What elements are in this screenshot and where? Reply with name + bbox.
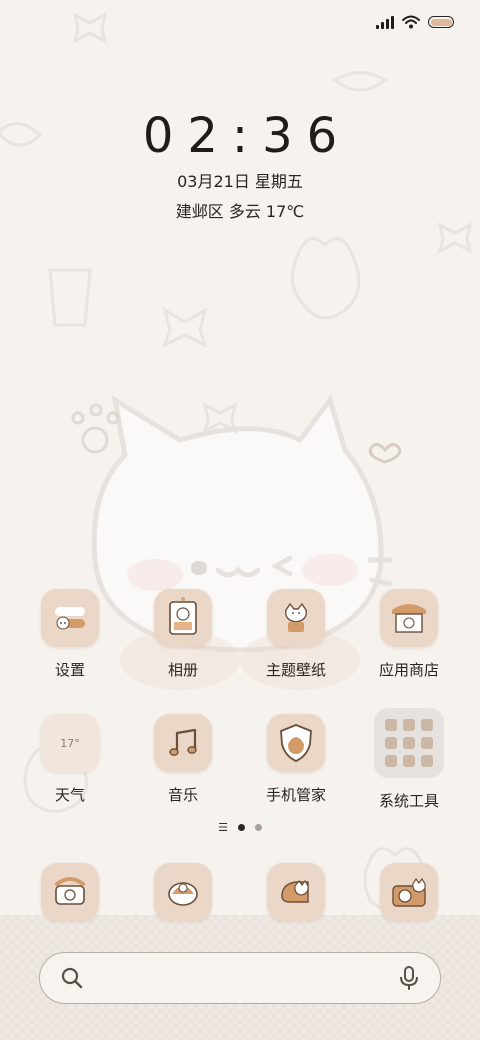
battery-icon (428, 16, 454, 28)
wifi-icon (402, 15, 420, 29)
clock-weather: 建邺区 多云 17℃ (175, 202, 305, 221)
music-icon (154, 714, 212, 772)
weather-tile-temp: 17° (60, 736, 80, 750)
browser-icon (267, 863, 325, 921)
app-label: 系统工具 (378, 792, 439, 810)
dock-camera[interactable] (354, 863, 464, 921)
dock-phone[interactable] (15, 863, 125, 921)
app-themes[interactable]: 主题壁纸 (241, 589, 351, 680)
app-settings[interactable]: 设置 (15, 589, 125, 680)
folder-icon (374, 708, 444, 778)
messages-icon (154, 863, 212, 921)
page-menu-icon[interactable]: ☰ (218, 822, 228, 833)
clock-time: 02:36 (142, 108, 352, 164)
app-label: 设置 (54, 661, 85, 679)
page-dot[interactable] (254, 824, 262, 831)
app-label: 天气 (54, 786, 85, 804)
app-label: 应用商店 (378, 661, 439, 679)
page-dot-active[interactable] (237, 824, 245, 831)
app-music[interactable]: 音乐 (128, 714, 238, 805)
security-icon (267, 714, 325, 772)
app-store-icon (380, 589, 438, 647)
app-label: 手机管家 (265, 786, 326, 804)
app-store[interactable]: 应用商店 (354, 589, 464, 680)
camera-icon (380, 863, 438, 921)
settings-icon (41, 589, 99, 647)
status-bar (376, 10, 454, 34)
search-bar[interactable] (39, 952, 441, 1004)
gallery-icon (154, 589, 212, 647)
clock-date: 03月21日 星期五 (177, 172, 303, 191)
app-weather[interactable]: 17° 天气 (15, 714, 125, 805)
page-indicator[interactable]: ☰ (0, 822, 480, 833)
themes-icon (267, 589, 325, 647)
app-security[interactable]: 手机管家 (241, 714, 351, 805)
microphone-icon[interactable] (398, 965, 420, 991)
app-gallery[interactable]: 相册 (128, 589, 238, 680)
folder-system-tools[interactable]: 系统工具 (354, 708, 464, 811)
dock-browser[interactable] (241, 863, 351, 921)
clock-widget[interactable]: 02:36 03月21日 星期五 建邺区 多云 17℃ (0, 108, 480, 222)
signal-icon (376, 15, 394, 29)
app-label: 主题壁纸 (265, 661, 326, 679)
app-label: 相册 (167, 661, 198, 679)
phone-icon (41, 863, 99, 921)
search-icon[interactable] (60, 966, 84, 990)
app-label: 音乐 (167, 786, 198, 804)
weather-icon: 17° (41, 714, 99, 772)
dock-messages[interactable] (128, 863, 238, 921)
